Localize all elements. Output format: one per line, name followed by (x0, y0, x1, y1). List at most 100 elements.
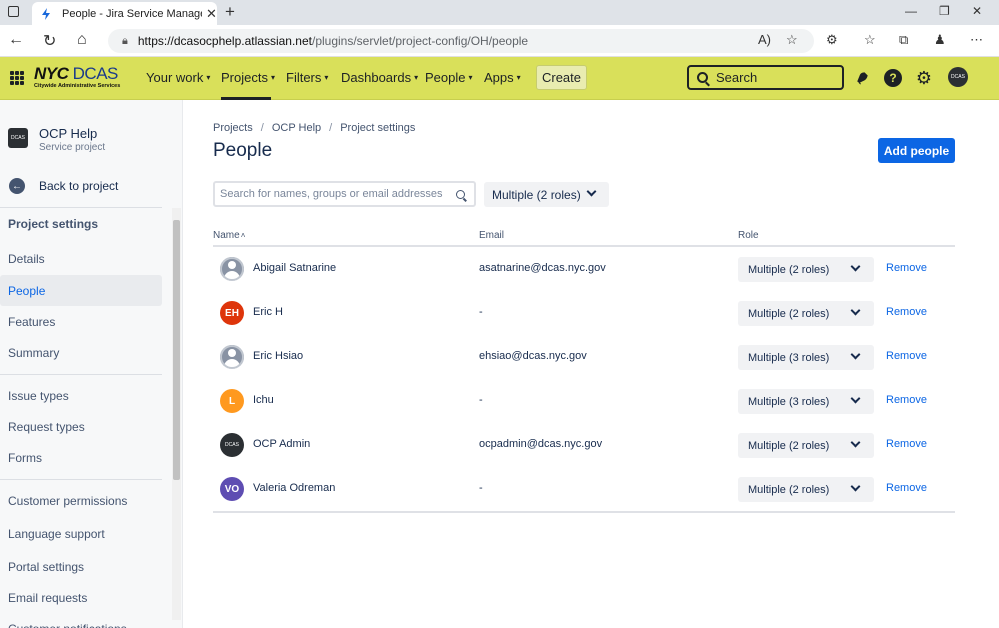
chevron-down-icon: ▾ (468, 73, 473, 82)
minimize-icon[interactable]: — (905, 4, 917, 18)
person-email: ehsiao@dcas.nyc.gov (479, 350, 587, 362)
sidebar-scrollbar[interactable] (172, 208, 181, 620)
role-value: Multiple (3 roles) (748, 351, 830, 364)
browser-tab[interactable]: People - Jira Service Management ✕ (32, 2, 217, 25)
favorite-star-icon[interactable]: ☆ (786, 32, 798, 48)
sidebar-item-email-requests[interactable]: Email requests (0, 582, 162, 613)
favorites-icon[interactable]: ☆ (864, 32, 876, 48)
project-name: OCP Help (39, 126, 98, 141)
search-icon (697, 72, 708, 83)
more-options-icon[interactable]: ⋯ (970, 32, 983, 48)
tab-actions-icon[interactable] (8, 6, 19, 17)
person-email: - (479, 306, 483, 318)
remove-button[interactable]: Remove (886, 306, 927, 318)
breadcrumb-ocp-help[interactable]: OCP Help (272, 122, 321, 134)
jira-favicon-icon (42, 7, 50, 20)
role-dropdown[interactable]: Multiple (3 roles) (738, 389, 874, 414)
app-switcher-icon[interactable] (10, 71, 24, 85)
read-aloud-icon[interactable]: A) (758, 32, 771, 47)
avatar: EH (220, 301, 244, 325)
url-text: https://dcasocphelp.atlassian.net/plugin… (137, 34, 529, 48)
role-dropdown[interactable]: Multiple (2 roles) (738, 477, 874, 502)
chevron-down-icon: ▾ (206, 73, 211, 82)
person-name[interactable]: Ichu (253, 394, 274, 406)
sidebar-item-portal-settings[interactable]: Portal settings (0, 551, 162, 582)
extensions-icon[interactable]: ⚙ (826, 32, 838, 48)
profile-icon[interactable]: ♟ (934, 32, 946, 48)
nav-your-work[interactable]: Your work ▾ (146, 70, 210, 85)
chevron-down-icon: ▾ (324, 73, 329, 82)
column-header-role: Role (738, 230, 759, 241)
lock-icon[interactable]: 🔒︎ (122, 35, 128, 48)
sidebar-item-language-support[interactable]: Language support (0, 518, 162, 549)
tab-title: People - Jira Service Management (62, 7, 202, 20)
add-people-button[interactable]: Add people (878, 138, 955, 163)
back-arrow-icon[interactable]: ← (9, 178, 25, 194)
person-name[interactable]: Valeria Odreman (253, 482, 335, 494)
column-header-name[interactable]: Name˄ (213, 230, 245, 241)
remove-button[interactable]: Remove (886, 262, 927, 274)
remove-button[interactable]: Remove (886, 394, 927, 406)
sidebar-item-people[interactable]: People (0, 275, 162, 306)
sidebar-item-request-types[interactable]: Request types (0, 411, 162, 442)
remove-button[interactable]: Remove (886, 482, 927, 494)
people-search-input[interactable] (220, 188, 452, 200)
role-dropdown[interactable]: Multiple (2 roles) (738, 257, 874, 282)
nav-people[interactable]: People ▾ (425, 70, 473, 85)
nav-dashboards[interactable]: Dashboards ▾ (341, 70, 418, 85)
chevron-down-icon (586, 186, 597, 197)
settings-gear-icon[interactable]: ⚙ (915, 68, 933, 88)
person-name[interactable]: Abigail Satnarine (253, 262, 336, 274)
sidebar-item-issue-types[interactable]: Issue types (0, 380, 162, 411)
new-tab-icon[interactable]: + (225, 2, 235, 22)
role-dropdown[interactable]: Multiple (2 roles) (738, 433, 874, 458)
nav-projects[interactable]: Projects ▾ (221, 70, 275, 85)
sidebar-item-summary[interactable]: Summary (0, 337, 162, 368)
person-name[interactable]: OCP Admin (253, 438, 310, 450)
sidebar-item-details[interactable]: Details (0, 243, 162, 274)
page-title: People (213, 140, 273, 161)
person-email: ocpadmin@dcas.nyc.gov (479, 438, 603, 450)
sidebar-item-forms[interactable]: Forms (0, 442, 162, 473)
remove-button[interactable]: Remove (886, 350, 927, 362)
people-search-field[interactable] (213, 181, 476, 207)
reload-icon[interactable]: ↻ (43, 31, 56, 51)
default-avatar-icon (220, 257, 244, 281)
breadcrumb-project-settings[interactable]: Project settings (340, 122, 415, 134)
person-name[interactable]: Eric H (253, 306, 283, 318)
nav-filters[interactable]: Filters ▾ (286, 70, 328, 85)
jira-top-navigation: NYC DCAS Citywide Administrative Service… (0, 57, 999, 100)
role-value: Multiple (2 roles) (748, 483, 830, 496)
role-dropdown[interactable]: Multiple (2 roles) (738, 301, 874, 326)
create-button[interactable]: Create (536, 65, 587, 90)
role-value: Multiple (2 roles) (748, 439, 830, 452)
restore-icon[interactable]: ❐ (939, 4, 950, 18)
role-filter-dropdown[interactable]: Multiple (2 roles) (484, 182, 609, 207)
collections-icon[interactable]: ⧉ (899, 32, 908, 48)
sidebar-item-customer-permissions[interactable]: Customer permissions (0, 485, 162, 516)
remove-button[interactable]: Remove (886, 438, 927, 450)
sidebar-item-features[interactable]: Features (0, 306, 162, 337)
help-icon[interactable]: ? (884, 69, 902, 87)
scrollbar-thumb[interactable] (173, 220, 180, 480)
nyc-dcas-logo[interactable]: NYC DCAS Citywide Administrative Service… (34, 65, 126, 93)
search-input[interactable]: Search (687, 65, 844, 90)
back-arrow-icon[interactable]: ← (8, 31, 24, 49)
browser-toolbar: ← ↻ ⌂ 🔒︎ https://dcasocphelp.atlassian.n… (0, 25, 999, 57)
address-bar[interactable]: 🔒︎ https://dcasocphelp.atlassian.net/plu… (108, 29, 814, 53)
user-avatar[interactable]: DCAS (948, 67, 968, 87)
close-tab-icon[interactable]: ✕ (206, 6, 217, 22)
chevron-down-icon (850, 393, 861, 404)
back-to-project-link[interactable]: Back to project (39, 179, 118, 193)
person-name[interactable]: Eric Hsiao (253, 350, 303, 362)
table-row: VO Valeria Odreman - Multiple (2 roles) Remo… (213, 467, 955, 511)
sidebar-item-customer-notifications[interactable]: Customer notifications (0, 614, 162, 628)
role-dropdown[interactable]: Multiple (3 roles) (738, 345, 874, 370)
breadcrumb-projects[interactable]: Projects (213, 122, 253, 134)
close-window-icon[interactable]: ✕ (972, 4, 982, 18)
nav-apps[interactable]: Apps ▾ (484, 70, 521, 85)
table-row: DCAS OCP Admin ocpadmin@dcas.nyc.gov Multip… (213, 423, 955, 467)
notifications-icon[interactable] (853, 69, 871, 87)
home-icon[interactable]: ⌂ (77, 31, 87, 49)
table-row: Eric Hsiao ehsiao@dcas.nyc.gov Multiple (3… (213, 335, 955, 379)
